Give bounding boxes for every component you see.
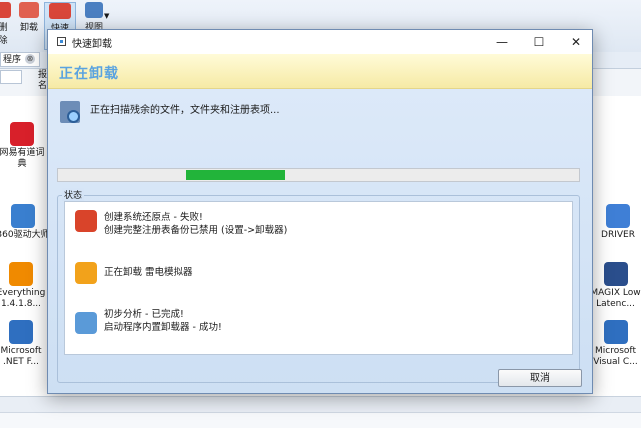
list-item[interactable]: MAGIX Low Latenc... — [590, 262, 641, 310]
status-line: 正在卸载 雷电模拟器 — [104, 267, 193, 278]
driver-icon — [606, 204, 630, 228]
maximize-button[interactable]: ☐ — [521, 30, 557, 54]
list-item[interactable]: DRIVER — [596, 204, 640, 241]
app-window-icon — [57, 37, 66, 46]
list-item-label: 网易有道词 典 — [0, 148, 45, 169]
list-item-label: DRIVER — [601, 230, 635, 240]
app-icon — [75, 262, 97, 284]
list-item[interactable]: Microsoft Visual C... — [590, 320, 641, 368]
installer-icon — [9, 320, 33, 344]
progress-bar — [57, 168, 580, 182]
status-group: 创建系统还原点 - 失败! 创建完整注册表备份已禁用 (设置->卸载器) 正在卸… — [57, 195, 580, 383]
everything-search-icon — [9, 262, 33, 286]
scan-status-text: 正在扫描残余的文件，文件夹和注册表项... — [90, 105, 280, 116]
tab-programs[interactable]: 程序 ⊗ — [0, 52, 40, 67]
status-line: 创建完整注册表备份已禁用 (设置->卸载器) — [104, 225, 288, 236]
status-line: 初步分析 - 已完成! — [104, 309, 184, 320]
minimize-button[interactable]: — — [484, 30, 520, 54]
tab-programs-label: 程序 — [3, 55, 22, 65]
status-line: 创建系统还原点 - 失败! — [104, 212, 203, 223]
list-item-label: Microsoft .NET F... — [0, 346, 42, 367]
tab-close-icon[interactable]: ⊗ — [25, 54, 35, 64]
scan-icon — [60, 101, 80, 123]
banner-title: 正在卸载 — [59, 66, 119, 82]
list-item-label: MAGIX Low Latenc... — [590, 288, 641, 309]
list-item-label: Everything 1.4.1.8... — [0, 288, 46, 309]
youdao-icon — [10, 122, 34, 146]
view-dropdown-icon: ▼ — [104, 12, 110, 20]
uninstall-icon — [19, 2, 39, 18]
close-button[interactable]: ✕ — [558, 30, 594, 54]
list-item-label: 360驱动大师 — [0, 230, 50, 240]
driver-master-icon — [11, 204, 35, 228]
status-group-label: 状态 — [62, 188, 85, 201]
delete-icon — [0, 2, 11, 18]
list-item[interactable]: 360驱动大师 — [0, 204, 50, 241]
status-banner: 正在卸载 — [48, 54, 592, 89]
installer-icon — [603, 320, 628, 344]
status-line: 启动程序内置卸载器 - 成功! — [104, 322, 222, 333]
view-icon — [85, 2, 103, 18]
cancel-button[interactable]: 取消 — [498, 369, 582, 387]
toolbar-delete-label: 删 除 — [0, 23, 8, 46]
magix-icon — [603, 262, 628, 286]
list-item[interactable]: 网易有道词 典 — [0, 122, 48, 170]
toolbar-uninstall-label: 卸载 — [19, 23, 38, 33]
quick-uninstall-dialog: 快速卸载 — ☐ ✕ 正在卸载 正在扫描残余的文件，文件夹和注册表项... 创建… — [47, 29, 593, 394]
dialog-title: 快速卸载 — [72, 39, 112, 50]
list-item[interactable]: Microsoft .NET F... — [0, 320, 50, 368]
toolbar-delete-button[interactable]: 删 除 — [0, 2, 12, 46]
dialog-body: 正在扫描残余的文件，文件夹和注册表项... 创建系统还原点 - 失败! 创建完整… — [48, 89, 592, 393]
lifebuoy-icon — [75, 210, 97, 232]
toolbar-uninstall-button[interactable]: 卸载 — [14, 2, 44, 33]
dialog-titlebar[interactable]: 快速卸载 — ☐ ✕ — [48, 30, 592, 54]
progress-fill — [185, 170, 285, 180]
search-input[interactable] — [0, 70, 22, 84]
background-status-bar — [0, 412, 641, 428]
background-bottom-row — [0, 396, 641, 413]
quick-uninstall-icon — [49, 3, 71, 19]
list-item-label: Microsoft Visual C... — [593, 346, 638, 367]
checklist-icon — [75, 312, 97, 334]
list-item[interactable]: Everything 1.4.1.8... — [0, 262, 50, 310]
status-log: 创建系统还原点 - 失败! 创建完整注册表备份已禁用 (设置->卸载器) 正在卸… — [64, 201, 573, 355]
